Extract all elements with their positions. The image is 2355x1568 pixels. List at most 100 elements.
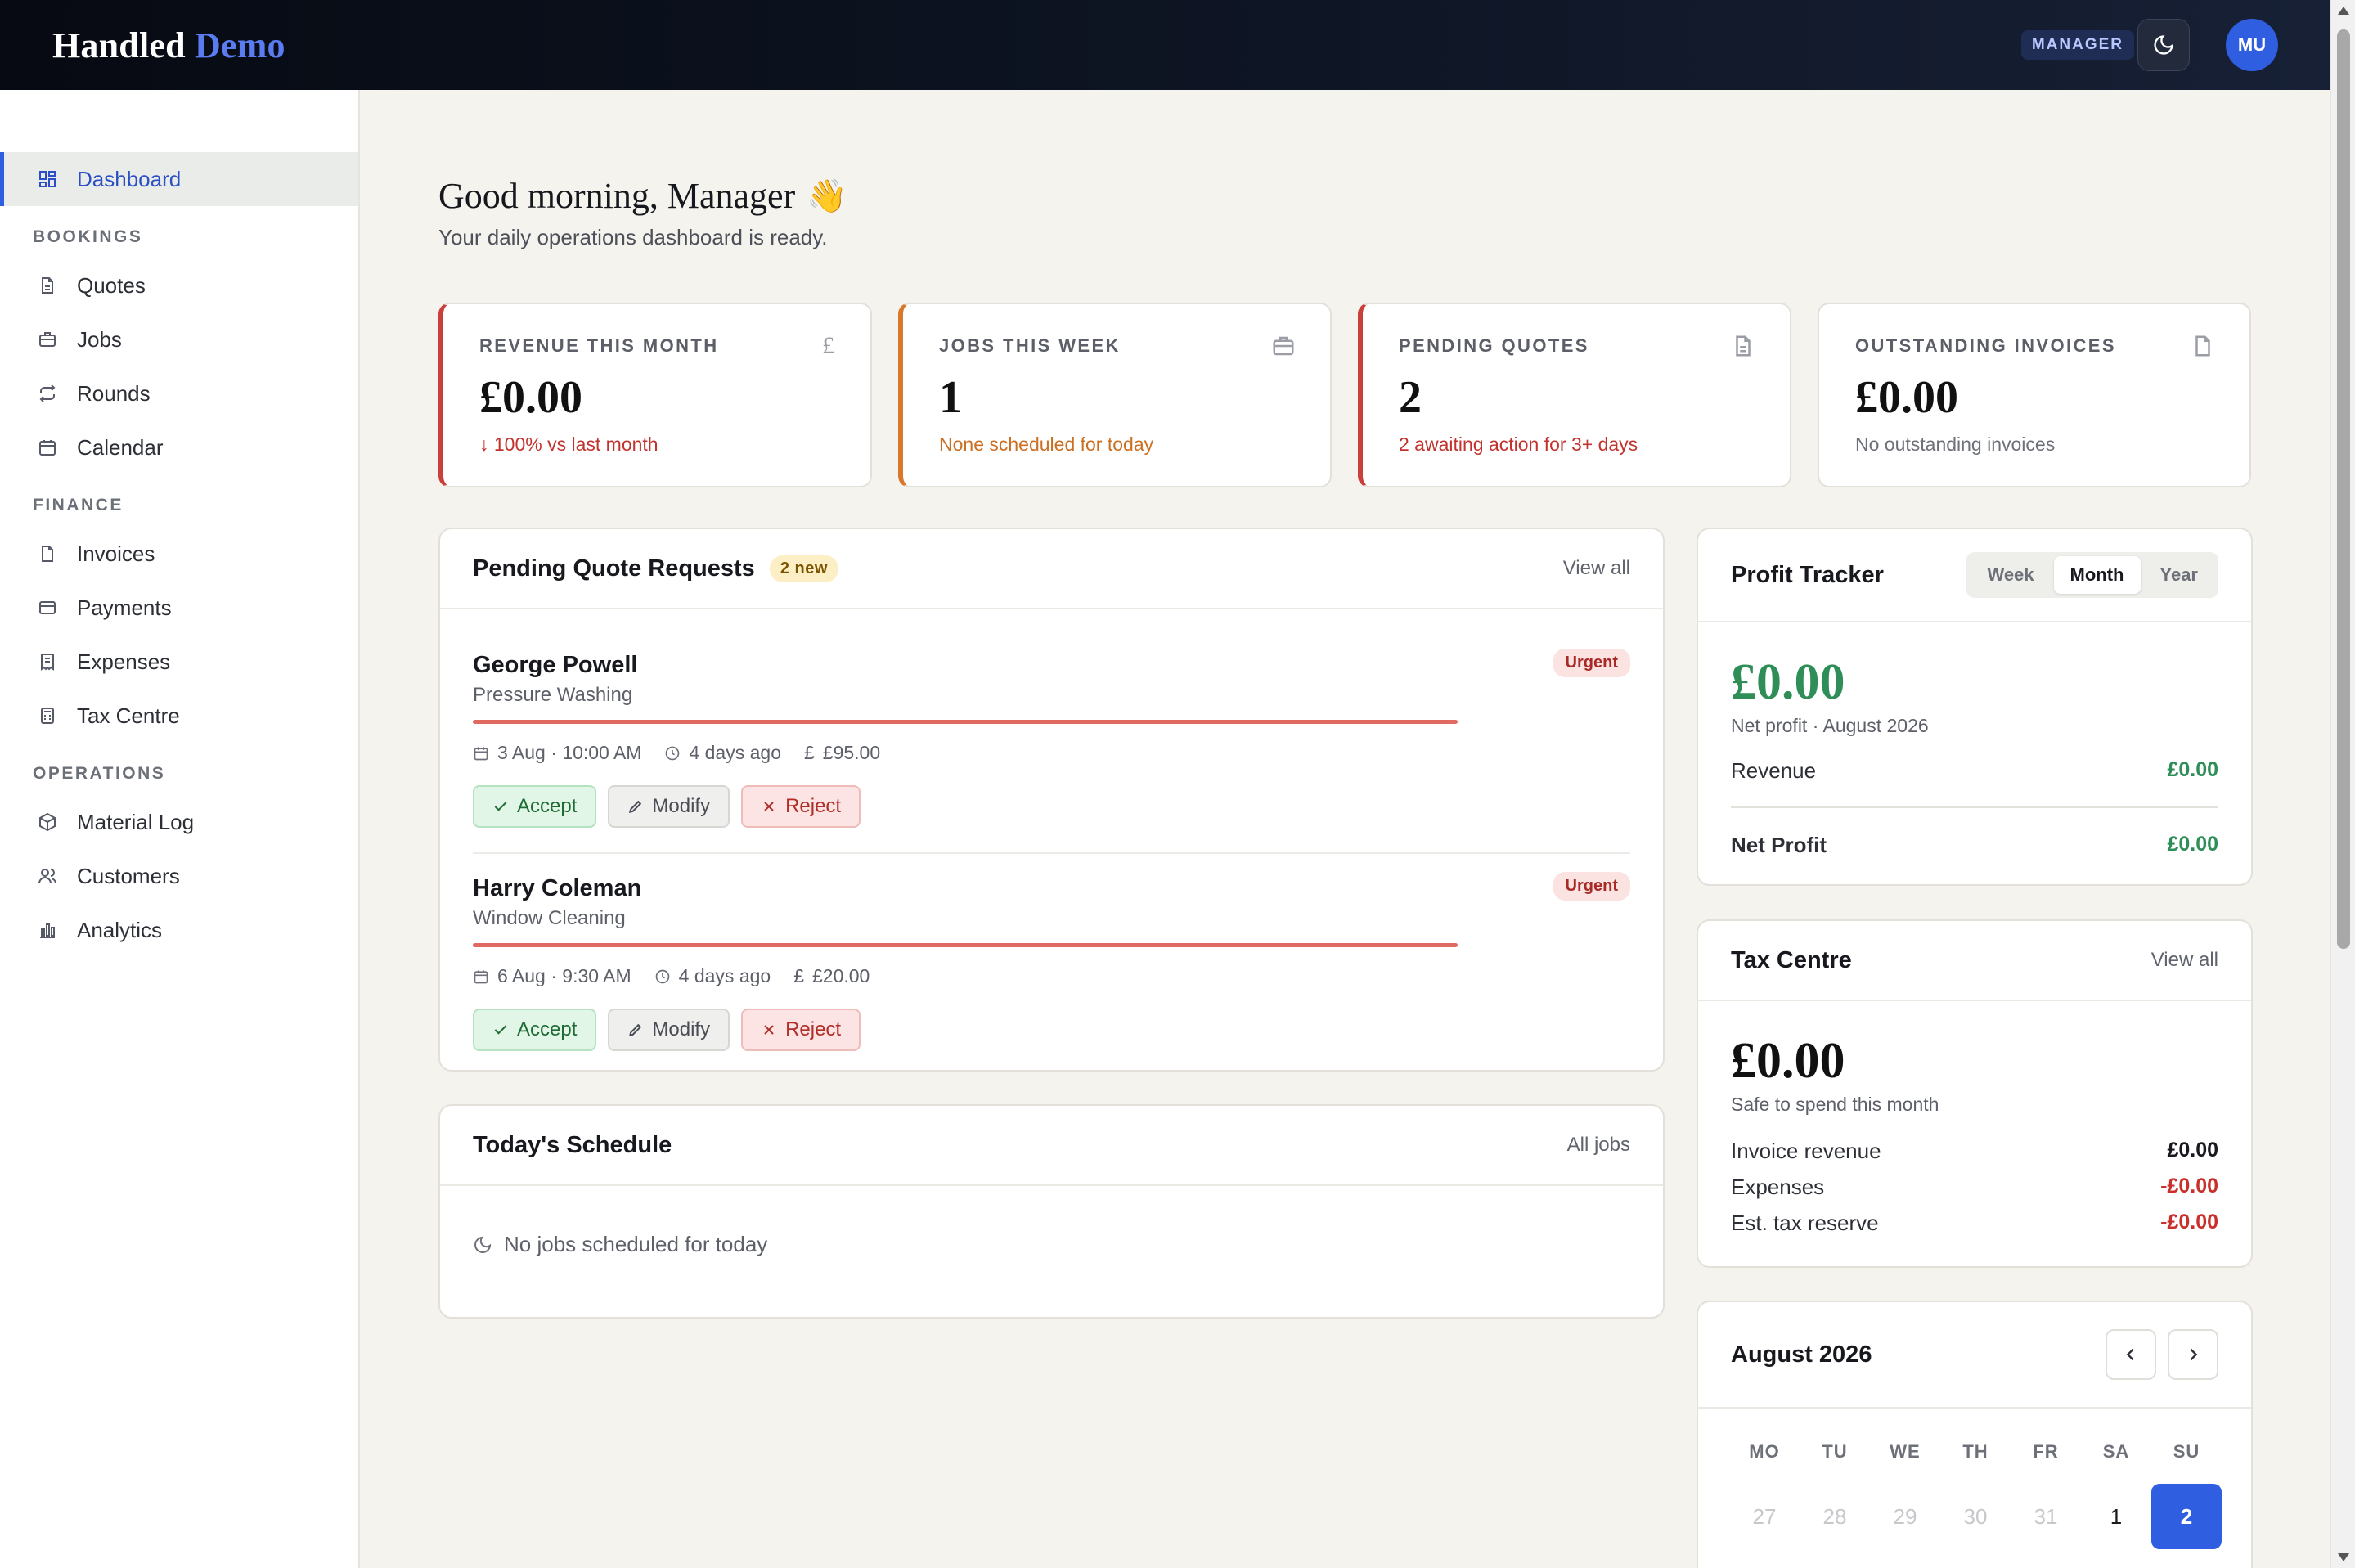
top-bar: Handled Demo MANAGER MU [0, 0, 2330, 90]
period-year[interactable]: Year [2144, 556, 2215, 594]
quote-date-text: 6 Aug · 9:30 AM [497, 965, 631, 986]
urgency-bar [473, 720, 1458, 724]
quote-amount: £ £95.00 [804, 742, 880, 764]
briefcase-icon [1273, 336, 1294, 356]
period-month[interactable]: Month [2053, 556, 2141, 594]
view-all-tax-link[interactable]: View all [2151, 949, 2218, 972]
document-icon [1736, 335, 1751, 357]
tax-centre-title: Tax Centre [1731, 946, 1852, 973]
quote-amount-text: £95.00 [822, 742, 881, 763]
urgent-badge: Urgent [1553, 872, 1630, 901]
profit-tracker-card: Profit Tracker Week Month Year £0.00 Net… [1697, 528, 2253, 886]
stat-value: £0.00 [1855, 372, 1958, 423]
sidebar-item-label: Calendar [77, 434, 164, 460]
weekday-label: WE [1890, 1441, 1921, 1462]
sidebar-item-calendar[interactable]: Calendar [0, 420, 358, 474]
pound-icon: £ [793, 965, 804, 986]
stat-value: 2 [1399, 372, 1422, 423]
sidebar-item-payments[interactable]: Payments [0, 581, 358, 635]
sidebar-item-material-log[interactable]: Material Log [0, 795, 358, 849]
sidebar-section-finance: FINANCE [33, 496, 124, 514]
scroll-down-arrow[interactable] [2338, 1553, 2349, 1561]
page-subtitle: Your daily operations dashboard is ready… [438, 225, 828, 249]
pending-quotes-title: Pending Quote Requests [473, 555, 755, 582]
next-month-button[interactable] [2168, 1329, 2218, 1380]
stat-label: PENDING QUOTES [1399, 335, 1589, 356]
sidebar-item-dashboard[interactable]: Dashboard [0, 152, 358, 206]
sidebar-section-operations: OPERATIONS [33, 764, 166, 783]
receipt-icon [41, 654, 54, 671]
sidebar-item-jobs[interactable]: Jobs [0, 312, 358, 366]
stat-value: £0.00 [479, 372, 582, 423]
sidebar-item-rounds[interactable]: Rounds [0, 366, 358, 420]
sidebar-item-expenses[interactable]: Expenses [0, 635, 358, 689]
sidebar-item-analytics[interactable]: Analytics [0, 903, 358, 957]
sidebar-item-label: Analytics [77, 917, 163, 942]
modify-button[interactable]: Modify [608, 785, 730, 828]
all-jobs-link[interactable]: All jobs [1567, 1134, 1630, 1157]
calculator-icon [41, 708, 54, 724]
weekday-header: MO TU WE TH FR SA SU [1729, 1441, 2218, 1462]
scroll-up-arrow[interactable] [2338, 7, 2349, 15]
tax-reserve-label: Est. tax reserve [1731, 1211, 1879, 1235]
stat-card-pending-quotes[interactable]: PENDING QUOTES 2 2 awaiting action for 3… [1358, 303, 1791, 487]
brand-accent: Demo [195, 25, 285, 65]
calendar-day[interactable]: 30 [1940, 1504, 2011, 1530]
accept-button[interactable]: Accept [473, 1009, 597, 1051]
scrollbar-thumb[interactable] [2337, 29, 2350, 949]
stat-note: ↓ 100% vs last month [479, 434, 658, 455]
quote-request-item[interactable]: Urgent George Powell Pressure Washing 3 … [440, 609, 1663, 828]
box-icon [39, 812, 56, 832]
greeting-text: Good morning, Manager [438, 176, 796, 216]
brand-logo[interactable]: Handled Demo [52, 25, 285, 66]
sidebar-item-quotes[interactable]: Quotes [0, 258, 358, 312]
net-profit-caption: Net profit · August 2026 [1731, 715, 1929, 736]
net-profit-row-value: £0.00 [2167, 833, 2218, 856]
view-all-quotes-link[interactable]: View all [1563, 557, 1630, 580]
calendar-day-selected[interactable]: 2 [2151, 1484, 2222, 1549]
accept-label: Accept [517, 795, 578, 817]
chevron-right-icon [2190, 1348, 2198, 1361]
stat-card-outstanding-invoices[interactable]: OUTSTANDING INVOICES £0.00 No outstandin… [1818, 303, 2251, 487]
period-week[interactable]: Week [1971, 556, 2050, 594]
check-icon [494, 1025, 507, 1035]
modify-button[interactable]: Modify [608, 1009, 730, 1051]
sidebar-item-invoices[interactable]: Invoices [0, 527, 358, 581]
pound-icon: £ [803, 742, 815, 763]
sidebar: Dashboard BOOKINGS Quotes Jobs Rounds Ca… [0, 90, 360, 1568]
theme-toggle-button[interactable] [2137, 19, 2190, 71]
credit-card-icon [39, 601, 56, 614]
moon-icon [474, 1236, 492, 1253]
stat-card-revenue[interactable]: REVENUE THIS MONTH £ £0.00 ↓ 100% vs las… [438, 303, 872, 487]
calendar-day[interactable]: 27 [1729, 1504, 1800, 1530]
quote-age-text: 4 days ago [678, 965, 771, 986]
reject-button[interactable]: Reject [741, 1009, 861, 1051]
calendar-day[interactable]: 28 [1800, 1504, 1870, 1530]
sidebar-item-customers[interactable]: Customers [0, 849, 358, 903]
sidebar-section-bookings: BOOKINGS [33, 227, 143, 246]
file-icon [2195, 335, 2210, 357]
schedule-title: Today's Schedule [473, 1131, 672, 1158]
card-title: Pending Quote Requests 2 new [473, 555, 838, 582]
check-icon [494, 802, 507, 811]
calendar-day[interactable]: 29 [1870, 1504, 1940, 1530]
calendar-card: August 2026 MO TU WE TH FR SA SU 27 28 2… [1697, 1301, 2253, 1568]
close-icon [764, 1025, 774, 1035]
sidebar-item-tax-centre[interactable]: Tax Centre [0, 689, 358, 743]
bar-chart-icon [40, 923, 55, 938]
pound-icon: £ [822, 332, 834, 359]
reject-button[interactable]: Reject [741, 785, 861, 828]
calendar-day[interactable]: 31 [2011, 1504, 2081, 1530]
divider [1731, 806, 2218, 808]
pending-quotes-card: Pending Quote Requests 2 new View all Ur… [438, 528, 1665, 1072]
accept-button[interactable]: Accept [473, 785, 597, 828]
previous-month-button[interactable] [2106, 1329, 2156, 1380]
calendar-month-title: August 2026 [1731, 1341, 1872, 1368]
quote-request-item[interactable]: Urgent Harry Coleman Window Cleaning 6 A… [440, 854, 1663, 1051]
calendar-day[interactable]: 1 [2081, 1504, 2151, 1530]
page-scrollbar[interactable] [2330, 0, 2355, 1568]
tax-reserve-value: -£0.00 [2160, 1211, 2218, 1233]
page-title: Good morning, Manager 👋 [438, 175, 2253, 217]
user-avatar[interactable]: MU [2226, 19, 2278, 71]
stat-card-jobs[interactable]: JOBS THIS WEEK 1 None scheduled for toda… [898, 303, 1332, 487]
